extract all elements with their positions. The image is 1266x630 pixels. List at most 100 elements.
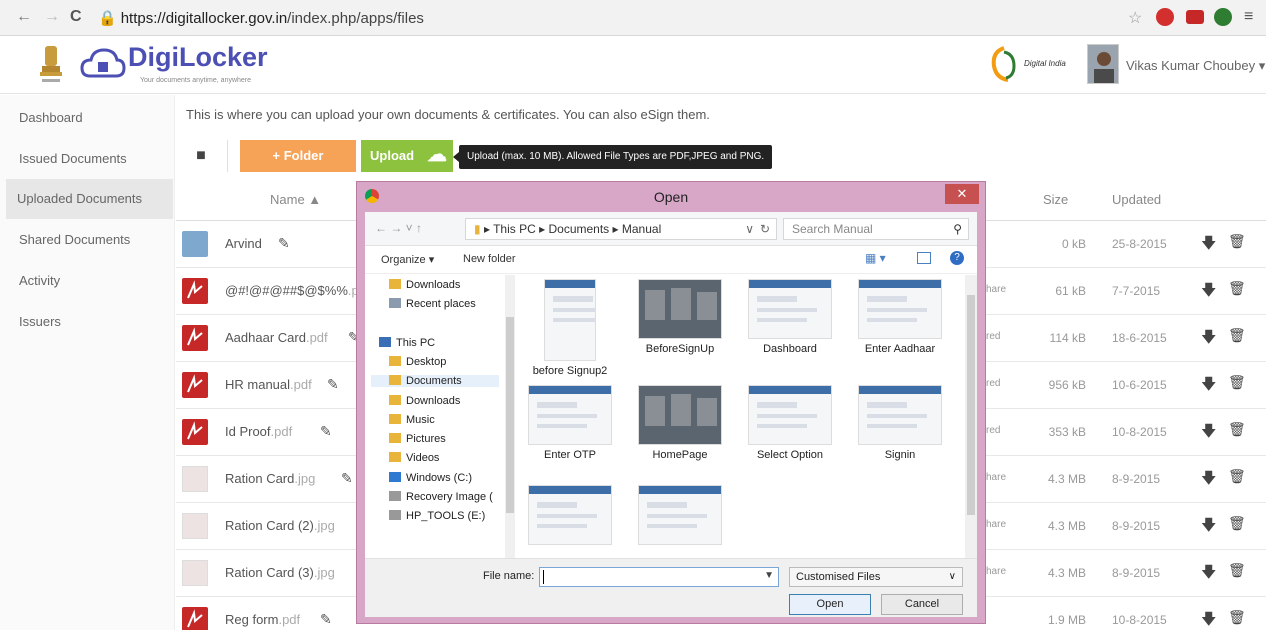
- address-bar[interactable]: 🔒 https://digitallocker.gov.in/index.php/…: [98, 9, 424, 27]
- delete-icon[interactable]: 🗑: [1228, 609, 1246, 626]
- organize-button[interactable]: Organize ▾: [381, 253, 434, 266]
- tree-item[interactable]: Pictures: [389, 433, 446, 445]
- share-status[interactable]: red: [986, 378, 1000, 389]
- rename-pencil-icon[interactable]: ✎: [327, 376, 339, 393]
- share-status[interactable]: hare: [986, 284, 1006, 295]
- user-menu[interactable]: Vikas Kumar Choubey ▾: [1126, 58, 1265, 74]
- file-thumbnail[interactable]: Enter Aadhaar: [855, 279, 945, 355]
- close-icon[interactable]: ✕: [945, 184, 979, 204]
- file-type-select[interactable]: Customised Files ∨: [789, 567, 963, 587]
- reload-icon[interactable]: C: [70, 8, 82, 26]
- extension-globe-icon[interactable]: [1214, 8, 1232, 26]
- delete-icon[interactable]: 🗑: [1228, 515, 1246, 532]
- download-icon[interactable]: 🡇: [1201, 609, 1216, 630]
- file-name[interactable]: Id Proof.pdf: [225, 424, 292, 439]
- download-icon[interactable]: 🡇: [1201, 280, 1216, 305]
- chevron-down-icon[interactable]: ▼: [764, 570, 774, 581]
- column-header-name[interactable]: Name ▲: [270, 192, 321, 207]
- file-name[interactable]: @#!@#@##$@$%%.pdf: [225, 283, 370, 298]
- download-icon[interactable]: 🡇: [1201, 421, 1216, 446]
- share-status[interactable]: hare: [986, 566, 1006, 577]
- avatar[interactable]: [1087, 44, 1119, 84]
- menu-icon[interactable]: ≡: [1244, 8, 1253, 26]
- tree-item[interactable]: Windows (C:): [389, 472, 472, 484]
- new-folder-dialog-button[interactable]: New folder: [463, 253, 516, 265]
- share-status[interactable]: hare: [986, 472, 1006, 483]
- download-icon[interactable]: 🡇: [1201, 233, 1216, 258]
- rename-pencil-icon[interactable]: ✎: [320, 423, 332, 440]
- refresh-icon[interactable]: ↻: [760, 219, 770, 239]
- download-icon[interactable]: 🡇: [1201, 468, 1216, 493]
- rename-pencil-icon[interactable]: ✎: [278, 235, 290, 252]
- dialog-nav-arrows[interactable]: ← → ˅ ↑: [375, 221, 422, 235]
- tree-scrollbar[interactable]: [505, 275, 515, 558]
- download-icon[interactable]: 🡇: [1201, 562, 1216, 587]
- file-thumbnail[interactable]: Enter OTP: [525, 385, 615, 461]
- adblock-icon[interactable]: [1156, 8, 1174, 26]
- delete-icon[interactable]: 🗑: [1228, 280, 1246, 297]
- rename-pencil-icon[interactable]: ✎: [320, 611, 332, 628]
- bookmark-star-icon[interactable]: ☆: [1128, 8, 1142, 28]
- delete-icon[interactable]: 🗑: [1228, 233, 1246, 250]
- sidebar-item-dashboard[interactable]: Dashboard: [8, 98, 175, 138]
- extension-car-icon[interactable]: [1186, 10, 1204, 24]
- tree-item[interactable]: Recovery Image (: [389, 491, 493, 503]
- tree-item[interactable]: Videos: [389, 452, 439, 464]
- tree-item[interactable]: Downloads: [389, 395, 460, 407]
- download-icon[interactable]: 🡇: [1201, 515, 1216, 540]
- open-button[interactable]: Open: [789, 594, 871, 615]
- view-options-icon[interactable]: ▦ ▾: [865, 251, 886, 265]
- preview-pane-icon[interactable]: [917, 252, 931, 264]
- file-thumbnail[interactable]: HomePage: [635, 385, 725, 461]
- delete-icon[interactable]: 🗑: [1228, 327, 1246, 344]
- tree-item[interactable]: HP_TOOLS (E:): [389, 510, 485, 522]
- sidebar-item-issued-documents[interactable]: Issued Documents: [8, 139, 175, 179]
- sidebar-item-activity[interactable]: Activity: [8, 261, 175, 301]
- dialog-path-breadcrumb[interactable]: ▮ ▸ This PC ▸ Documents ▸ Manual ∨ ↻: [465, 218, 777, 240]
- new-folder-button[interactable]: + Folder: [240, 140, 356, 172]
- delete-icon[interactable]: 🗑: [1228, 421, 1246, 438]
- file-name[interactable]: Ration Card (3).jpg: [225, 565, 335, 580]
- tree-item[interactable]: Downloads: [389, 279, 460, 291]
- tree-item[interactable]: This PC: [379, 337, 435, 349]
- cancel-button[interactable]: Cancel: [881, 594, 963, 615]
- share-status[interactable]: red: [986, 425, 1000, 436]
- file-thumbnail[interactable]: BeforeSignUp: [635, 279, 725, 355]
- file-thumbnail[interactable]: before Signup2: [525, 279, 615, 377]
- dialog-search-input[interactable]: Search Manual ⚲: [783, 218, 969, 240]
- back-icon[interactable]: ←: [16, 8, 32, 26]
- column-header-size[interactable]: Size: [1043, 192, 1068, 207]
- file-thumbnail[interactable]: Dashboard: [745, 279, 835, 355]
- home-icon[interactable]: ■: [186, 141, 216, 171]
- path-this-pc[interactable]: This PC: [493, 222, 536, 236]
- share-status[interactable]: red: [986, 331, 1000, 342]
- brand-name[interactable]: DigiLocker: [128, 42, 268, 73]
- tree-item[interactable]: Desktop: [389, 356, 446, 368]
- tree-item[interactable]: Documents: [371, 375, 499, 387]
- delete-icon[interactable]: 🗑: [1228, 374, 1246, 391]
- forward-icon[interactable]: →: [44, 8, 60, 26]
- sidebar-item-shared-documents[interactable]: Shared Documents: [8, 220, 175, 260]
- sidebar-item-issuers[interactable]: Issuers: [8, 302, 175, 342]
- tree-item[interactable]: Recent places: [389, 298, 476, 310]
- file-name[interactable]: HR manual.pdf: [225, 377, 312, 392]
- file-name[interactable]: Ration Card.jpg: [225, 471, 315, 486]
- path-documents[interactable]: Documents: [548, 222, 609, 236]
- column-header-updated[interactable]: Updated: [1112, 192, 1161, 207]
- file-name[interactable]: Aadhaar Card.pdf: [225, 330, 328, 345]
- share-status[interactable]: hare: [986, 519, 1006, 530]
- file-thumbnail[interactable]: [635, 485, 725, 549]
- download-icon[interactable]: 🡇: [1201, 374, 1216, 399]
- file-thumbnail[interactable]: Select Option: [745, 385, 835, 461]
- file-name[interactable]: Reg form.pdf: [225, 612, 300, 627]
- rename-pencil-icon[interactable]: ✎: [341, 470, 353, 487]
- download-icon[interactable]: 🡇: [1201, 327, 1216, 352]
- tree-item[interactable]: Music: [389, 414, 435, 426]
- chevron-down-icon[interactable]: ∨: [745, 219, 754, 239]
- sidebar-item-uploaded-documents[interactable]: Uploaded Documents: [6, 179, 173, 219]
- file-name[interactable]: Ration Card (2).jpg: [225, 518, 335, 533]
- help-icon[interactable]: ?: [950, 251, 964, 265]
- upload-button[interactable]: Upload ☁: [361, 140, 453, 172]
- delete-icon[interactable]: 🗑: [1228, 468, 1246, 485]
- file-name[interactable]: Arvind: [225, 236, 262, 251]
